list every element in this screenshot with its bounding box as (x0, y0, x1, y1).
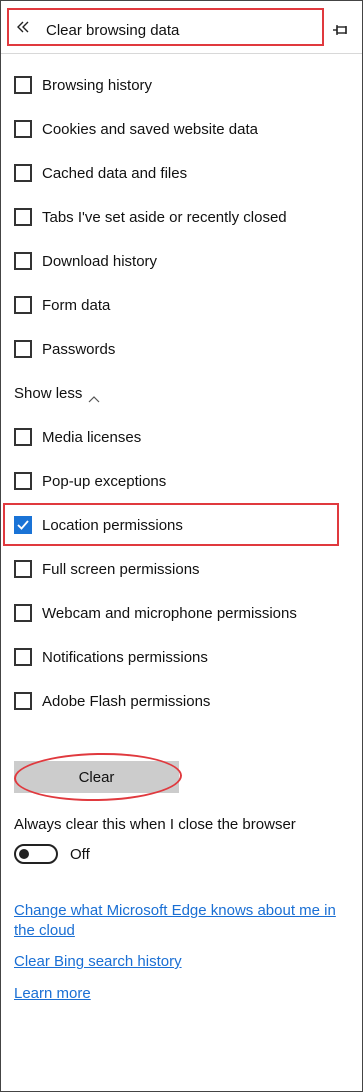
checkbox-label: Pop-up exceptions (42, 472, 167, 490)
checkbox-label: Download history (42, 252, 158, 270)
checkbox-cookies[interactable]: Cookies and saved website data (14, 119, 258, 139)
checkbox-webcam-microphone-permissions[interactable]: Webcam and microphone permissions (14, 603, 297, 623)
checkbox-media-licenses[interactable]: Media licenses (14, 427, 141, 447)
checkbox[interactable] (14, 164, 32, 182)
chevron-up-icon (88, 390, 100, 402)
header-divider (1, 53, 362, 54)
checkbox[interactable] (14, 252, 32, 270)
checkbox[interactable] (14, 76, 32, 94)
checkbox-label: Cookies and saved website data (42, 120, 258, 138)
learn-more-link[interactable]: Learn more (14, 984, 91, 1004)
clear-button-highlight-ellipse (13, 751, 183, 803)
checkbox[interactable] (14, 208, 32, 226)
checkbox[interactable] (14, 120, 32, 138)
checkbox-label: Location permissions (42, 516, 183, 534)
checkbox-label: Webcam and microphone permissions (42, 604, 297, 622)
checkbox-checked[interactable] (14, 516, 32, 534)
checkbox-download-history[interactable]: Download history (14, 251, 157, 271)
checkbox-label: Tabs I've set aside or recently closed (42, 208, 287, 226)
checkbox-label: Full screen permissions (42, 560, 200, 578)
checkbox-cached-data[interactable]: Cached data and files (14, 163, 187, 183)
toggle-state-label: Off (70, 846, 90, 863)
checkbox-label: Media licenses (42, 428, 142, 446)
checkbox[interactable] (14, 340, 32, 358)
checkbox[interactable] (14, 604, 32, 622)
always-clear-toggle[interactable] (14, 844, 58, 864)
show-less-label: Show less (14, 385, 83, 402)
show-less-toggle[interactable]: Show less (14, 385, 100, 402)
checkbox-full-screen-permissions[interactable]: Full screen permissions (14, 559, 200, 579)
checkbox-adobe-flash-permissions[interactable]: Adobe Flash permissions (14, 691, 210, 711)
checkbox[interactable] (14, 296, 32, 314)
checkbox-label: Browsing history (42, 76, 153, 94)
checkbox[interactable] (14, 472, 32, 490)
double-chevron-left-icon[interactable] (15, 19, 31, 35)
checkbox-label: Adobe Flash permissions (42, 692, 211, 710)
checkbox[interactable] (14, 560, 32, 578)
page-title: Clear browsing data (46, 22, 180, 39)
change-cloud-data-link[interactable]: Change what Microsoft Edge knows about m… (14, 901, 344, 941)
panel-header: Clear browsing data (1, 1, 362, 51)
always-clear-label: Always clear this when I close the brows… (14, 816, 296, 833)
checkbox-label: Cached data and files (42, 164, 188, 182)
clear-bing-history-link[interactable]: Clear Bing search history (14, 952, 182, 972)
checkbox-location-permissions[interactable]: Location permissions (14, 515, 183, 535)
clear-browsing-data-panel: Clear browsing data Browsing history Coo… (0, 0, 363, 1092)
checkmark-icon (17, 520, 29, 530)
checkbox[interactable] (14, 692, 32, 710)
toggle-knob (19, 849, 29, 859)
checkbox-tabs-set-aside[interactable]: Tabs I've set aside or recently closed (14, 207, 287, 227)
checkbox-label: Notifications permissions (42, 648, 208, 666)
checkbox-passwords[interactable]: Passwords (14, 339, 115, 359)
checkbox-form-data[interactable]: Form data (14, 295, 110, 315)
checkbox-browsing-history[interactable]: Browsing history (14, 75, 152, 95)
pin-icon[interactable] (332, 23, 350, 37)
checkbox[interactable] (14, 428, 32, 446)
checkbox-notifications-permissions[interactable]: Notifications permissions (14, 647, 208, 667)
checkbox-popup-exceptions[interactable]: Pop-up exceptions (14, 471, 166, 491)
checkbox-label: Form data (42, 296, 111, 314)
checkbox[interactable] (14, 648, 32, 666)
checkbox-label: Passwords (42, 340, 116, 358)
